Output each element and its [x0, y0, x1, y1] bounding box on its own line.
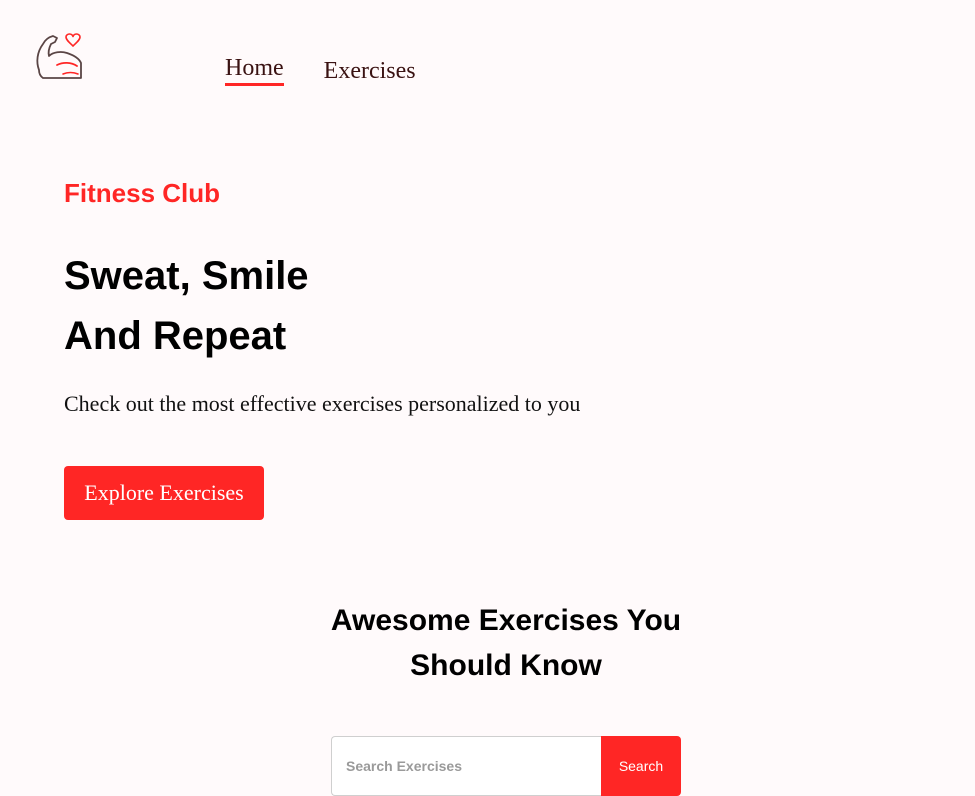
logo[interactable]	[33, 32, 83, 82]
hero-title-line-2: And Repeat	[64, 314, 287, 358]
search-heading: Awesome Exercises You Should Know	[305, 598, 707, 688]
brand-tagline: Fitness Club	[64, 178, 221, 208]
search-bar: Search	[331, 736, 681, 796]
nav-exercises-link[interactable]: Exercises	[324, 57, 416, 85]
nav-home-link[interactable]: Home	[225, 54, 284, 86]
search-input[interactable]	[331, 736, 601, 796]
hero-subtitle: Check out the most effective exercises p…	[64, 391, 581, 416]
flexed-bicep-heart-icon	[36, 33, 82, 79]
main-nav: Home Exercises	[225, 54, 416, 86]
explore-exercises-button[interactable]: Explore Exercises	[64, 466, 264, 520]
hero-title: Sweat, Smile And Repeat	[64, 246, 309, 366]
search-heading-line-1: Awesome Exercises You	[330, 604, 682, 637]
search-heading-line-2: Should Know	[410, 649, 602, 682]
search-button[interactable]: Search	[601, 736, 681, 796]
hero-title-line-1: Sweat, Smile	[64, 254, 309, 298]
